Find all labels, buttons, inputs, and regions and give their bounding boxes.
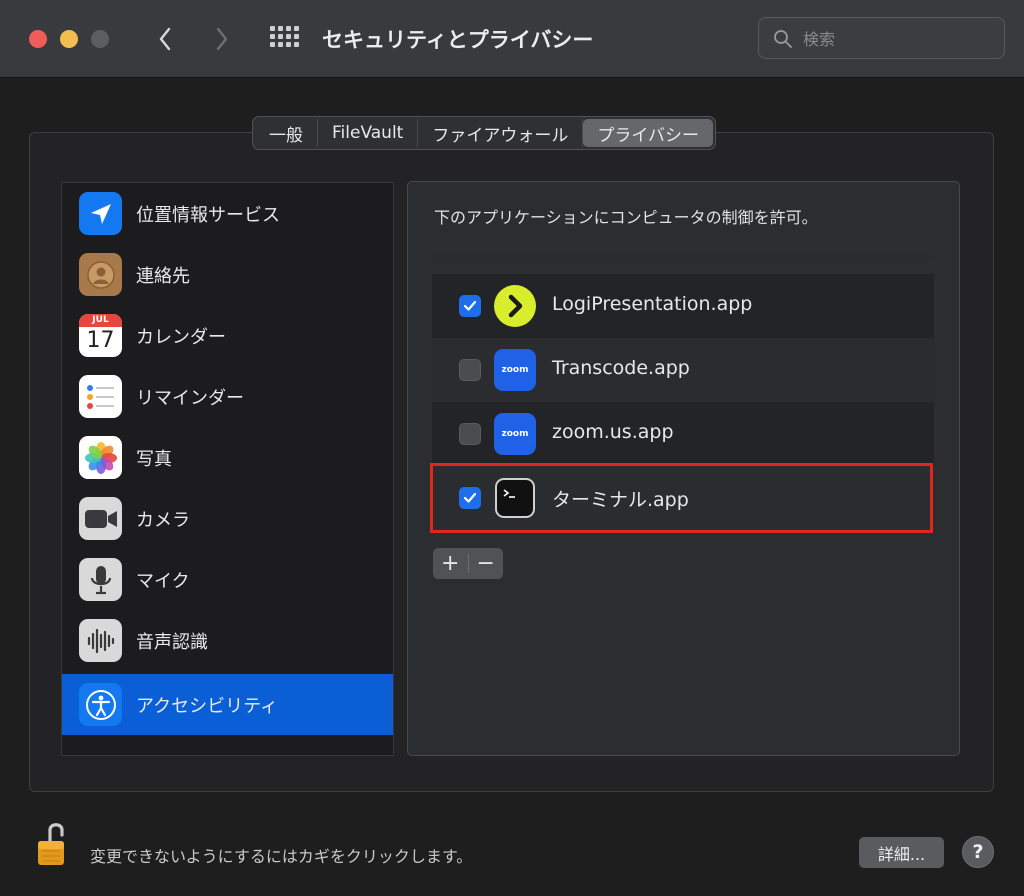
help-button[interactable]: ?	[962, 836, 994, 868]
accessibility-icon	[79, 683, 122, 726]
contacts-icon	[79, 253, 122, 296]
back-button[interactable]	[150, 22, 180, 56]
app-checkbox[interactable]	[459, 295, 481, 317]
speech-recognition-icon	[79, 619, 122, 662]
forward-button[interactable]	[207, 22, 237, 56]
reminders-icon	[79, 375, 122, 418]
microphone-icon	[79, 558, 122, 601]
chevron-left-icon	[159, 27, 171, 51]
zoom-window-button[interactable]	[91, 30, 109, 48]
photos-icon	[79, 436, 122, 479]
sidebar-item-label: アクセシビリティ	[136, 695, 279, 717]
window-title: セキュリティとプライバシー	[322, 28, 594, 52]
terminal-highlight-box	[430, 463, 933, 533]
tab-firewall[interactable]: ファイアウォール	[418, 119, 584, 147]
sidebar-item-microphone[interactable]: マイク	[62, 549, 393, 610]
add-remove-control: + −	[433, 548, 503, 579]
show-all-grid-icon[interactable]	[270, 26, 299, 50]
list-item[interactable]: zoom zoom.us.app	[432, 402, 934, 466]
sidebar-item-label: 音声認識	[136, 631, 208, 653]
app-checkbox[interactable]	[459, 423, 481, 445]
sidebar-item-label: カメラ	[136, 509, 190, 531]
sidebar-item-label: 写真	[136, 448, 172, 470]
tab-bar: 一般 FileVault ファイアウォール プライバシー	[252, 116, 717, 150]
zoom-icon: zoom	[494, 349, 536, 391]
sidebar-item-label: リマインダー	[136, 387, 244, 409]
list-item	[432, 254, 934, 260]
sidebar-item-camera[interactable]: カメラ	[62, 488, 393, 549]
list-item[interactable]: LogiPresentation.app	[432, 274, 934, 338]
calendar-icon: JUL 17	[79, 314, 122, 357]
remove-app-button[interactable]: −	[468, 548, 503, 579]
sidebar-item-label: マイク	[136, 570, 190, 592]
tab-privacy[interactable]: プライバシー	[583, 119, 714, 147]
app-name: LogiPresentation.app	[552, 293, 753, 315]
zoom-icon: zoom	[494, 413, 536, 455]
close-window-button[interactable]	[29, 30, 47, 48]
tab-filevault[interactable]: FileVault	[318, 119, 419, 147]
list-item[interactable]: zoom Transcode.app	[432, 338, 934, 402]
sidebar-item-label: 位置情報サービス	[136, 204, 280, 226]
lock-instruction-text: 変更できないようにするにはカギをクリックします。	[90, 847, 473, 866]
checkmark-icon	[463, 300, 477, 311]
app-name: zoom.us.app	[552, 421, 674, 443]
sidebar-item-label: 連絡先	[136, 265, 190, 287]
advanced-button[interactable]: 詳細...	[859, 837, 944, 868]
tab-general[interactable]: 一般	[255, 119, 318, 147]
sidebar-item-contacts[interactable]: 連絡先	[62, 244, 393, 305]
sidebar-item-accessibility[interactable]: アクセシビリティ	[62, 674, 393, 735]
sidebar-item-location-services[interactable]: 位置情報サービス	[62, 183, 393, 244]
location-arrow-icon	[79, 192, 122, 235]
app-name: Transcode.app	[552, 357, 690, 379]
logi-presentation-icon	[494, 285, 536, 327]
search-input[interactable]	[803, 26, 993, 52]
add-app-button[interactable]: +	[433, 548, 468, 579]
camera-icon	[79, 497, 122, 540]
privacy-category-list: 位置情報サービス 連絡先 JUL 17 カレンダー リマインダー 写真 カメラ …	[61, 182, 394, 756]
sidebar-item-label: カレンダー	[136, 326, 226, 348]
search-field[interactable]	[758, 17, 1005, 59]
sidebar-item-speech-recognition[interactable]: 音声認識	[62, 610, 393, 671]
search-icon	[774, 30, 792, 48]
sidebar-item-calendar[interactable]: JUL 17 カレンダー	[62, 305, 393, 366]
title-bar: セキュリティとプライバシー	[0, 0, 1024, 78]
minimize-window-button[interactable]	[60, 30, 78, 48]
sidebar-item-photos[interactable]: 写真	[62, 427, 393, 488]
sidebar-item-reminders[interactable]: リマインダー	[62, 366, 393, 427]
panel-description: 下のアプリケーションにコンピュータの制御を許可。	[434, 208, 818, 227]
app-checkbox[interactable]	[459, 359, 481, 381]
unlocked-padlock-icon[interactable]	[36, 819, 70, 867]
chevron-right-icon	[216, 27, 228, 51]
